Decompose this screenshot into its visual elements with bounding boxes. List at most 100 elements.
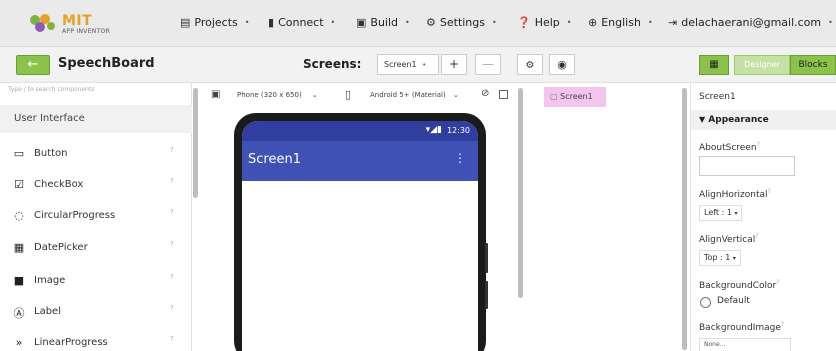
help-icon[interactable]: ?: [781, 321, 784, 328]
menu-projects[interactable]: ▤ Projects •: [180, 16, 250, 29]
theme-value: Android 5+ (Material): [370, 91, 446, 99]
background-image-label-text: BackgroundImage: [699, 323, 781, 333]
about-screen-label: AboutScreen?: [699, 141, 760, 153]
align-vertical-value: Top : 1: [704, 253, 731, 262]
help-icon[interactable]: ?: [776, 279, 779, 286]
align-vertical-label: AlignVertical?: [699, 233, 758, 245]
checkbox-icon: ☑: [14, 178, 24, 191]
blocks-button[interactable]: Blocks: [790, 55, 836, 75]
help-icon[interactable]: ?: [757, 141, 760, 148]
palette-item-image[interactable]: ■ Image ?: [0, 269, 192, 295]
tree-item-screen1[interactable]: ▢ Screen1: [544, 87, 606, 107]
appearance-group-header[interactable]: ▼ Appearance: [691, 110, 836, 130]
linear-progress-icon: »: [15, 336, 23, 349]
align-vertical-select[interactable]: Top : 1 ▾: [699, 250, 741, 266]
help-icon[interactable]: ?: [170, 240, 174, 248]
image-icon: ■: [13, 274, 25, 287]
help-icon[interactable]: ?: [170, 146, 174, 154]
hidden-components-icon[interactable]: ⊘: [481, 88, 489, 99]
viewer-scrollbar[interactable]: [518, 88, 523, 298]
help-icon[interactable]: ?: [170, 208, 174, 216]
palette-section-user-interface[interactable]: User Interface: [0, 105, 192, 133]
screen-dropdown-value: Screen1: [384, 60, 417, 69]
menu-build[interactable]: ▣ Build •: [356, 16, 410, 29]
circular-progress-icon: ◌: [14, 209, 24, 222]
palette-item-datepicker[interactable]: ▦ DatePicker ?: [0, 236, 192, 262]
menu-language-label: English: [601, 16, 641, 29]
gears-icon: ⚙: [525, 60, 535, 71]
palette-item-label-component[interactable]: Ⓐ Label ?: [0, 300, 192, 326]
device-size-select[interactable]: Phone (320 x 650) ⌄: [237, 91, 318, 99]
align-horizontal-select[interactable]: Left : 1 ▾: [699, 205, 743, 221]
palette-scrollbar[interactable]: [193, 88, 198, 198]
about-screen-label-text: AboutScreen: [699, 143, 757, 153]
remove-screen-button[interactable]: —: [475, 54, 501, 75]
menu-help-label: Help: [534, 16, 560, 29]
help-icon[interactable]: ?: [170, 335, 174, 343]
add-screen-button[interactable]: +: [441, 54, 467, 75]
palette-item-label: Button: [34, 148, 68, 159]
components-scrollbar[interactable]: [682, 88, 687, 350]
phone-preview-icon[interactable]: ▯: [345, 88, 351, 101]
publish-button[interactable]: ◉: [549, 54, 575, 75]
label-icon: Ⓐ: [13, 307, 25, 320]
menu-connect[interactable]: ▮ Connect •: [268, 16, 335, 29]
logout-icon: ⇥: [668, 16, 678, 29]
menu-settings[interactable]: ⚙ Settings •: [426, 16, 497, 29]
palette-item-label: Label: [34, 306, 61, 317]
menu-help[interactable]: ❓ Help •: [517, 16, 572, 29]
screen-dropdown[interactable]: Screen1 •: [377, 54, 439, 75]
gear-icon: ⚙: [426, 16, 436, 29]
align-horizontal-label-text: AlignHorizontal: [699, 190, 768, 200]
help-icon[interactable]: ?: [170, 177, 174, 185]
folder-icon: ▤: [180, 16, 191, 29]
background-image-picker[interactable]: None...: [699, 338, 791, 351]
menu-language[interactable]: ⊕ English •: [588, 16, 653, 29]
chevron-down-icon: •: [566, 18, 572, 27]
background-color-label: BackgroundColor?: [699, 279, 779, 291]
toggle-panels-button[interactable]: ▦: [699, 55, 729, 75]
logo-subtitle: APP INVENTOR: [62, 28, 111, 35]
palette-item-checkbox[interactable]: ☑ CheckBox ?: [0, 173, 192, 199]
theme-select[interactable]: Android 5+ (Material) ⌄: [370, 91, 459, 99]
palette-item-linear-progress[interactable]: » LinearProgress ?: [0, 331, 192, 351]
viewer-panel: ▣ Phone (320 x 650) ⌄ ▯ Android 5+ (Mate…: [205, 83, 515, 351]
project-properties-button[interactable]: ⚙: [517, 54, 543, 75]
app-inventor-logo[interactable]: MIT APP INVENTOR: [28, 12, 158, 38]
menu-account[interactable]: ⇥ delachaerani@gmail.com •: [668, 16, 833, 29]
background-color-radio[interactable]: [700, 297, 711, 308]
back-button[interactable]: ←: [16, 55, 50, 75]
globe-icon: ⊕: [588, 16, 598, 29]
device-size-value: Phone (320 x 650): [237, 91, 302, 99]
chevron-down-icon: ▾: [734, 210, 738, 217]
help-icon[interactable]: ?: [170, 304, 174, 312]
properties-component-name: Screen1: [699, 92, 736, 102]
align-vertical-label-text: AlignVertical: [699, 235, 756, 245]
designer-button[interactable]: Designer: [734, 55, 790, 75]
phone-screen[interactable]: ▾◢▮ 12:30 Screen1 ⋮: [242, 121, 478, 351]
screen-icon: ▢: [550, 92, 558, 101]
help-icon[interactable]: ?: [755, 233, 758, 240]
datepicker-icon: ▦: [13, 241, 25, 254]
align-horizontal-label: AlignHorizontal?: [699, 188, 771, 200]
palette-item-label: CheckBox: [34, 179, 84, 190]
phone-mockup: ▾◢▮ 12:30 Screen1 ⋮: [234, 113, 486, 351]
help-icon[interactable]: ?: [170, 273, 174, 281]
chevron-down-icon: •: [405, 18, 410, 27]
app-bar: Screen1 ⋮: [242, 141, 478, 181]
globe-icon: ◉: [557, 58, 567, 71]
appearance-group-label: Appearance: [708, 115, 769, 125]
show-hidden-checkbox[interactable]: [499, 90, 508, 99]
chevron-down-icon: •: [647, 18, 653, 27]
palette-item-label: DatePicker: [34, 242, 88, 253]
palette-item-circular-progress[interactable]: ◌ CircularProgress ?: [0, 204, 192, 230]
menu-settings-label: Settings: [439, 16, 485, 29]
chevron-down-icon: ▾: [732, 255, 736, 262]
palette-item-label: CircularProgress: [34, 210, 116, 221]
help-icon[interactable]: ?: [768, 188, 771, 195]
palette-item-button[interactable]: ▭ Button ?: [0, 142, 192, 168]
about-screen-textarea[interactable]: [699, 156, 795, 176]
align-horizontal-value: Left : 1: [704, 208, 732, 217]
palette-search-input[interactable]: Type / to search components: [8, 86, 94, 93]
tablet-preview-icon[interactable]: ▣: [211, 89, 220, 100]
